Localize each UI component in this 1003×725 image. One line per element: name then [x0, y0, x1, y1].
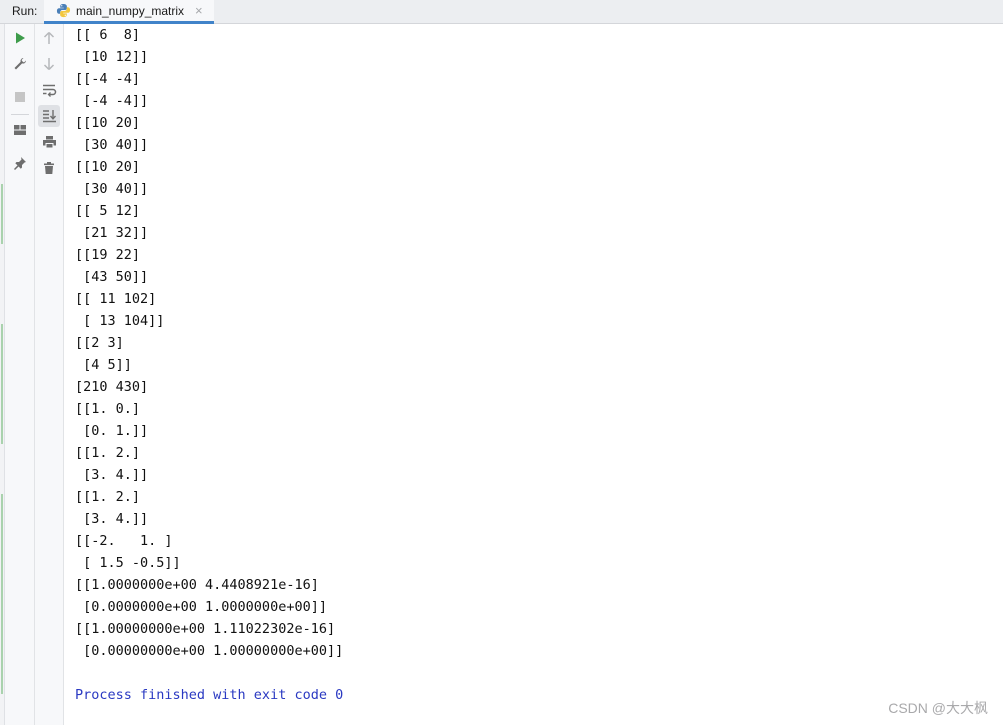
soft-wrap-icon — [42, 84, 56, 97]
change-marker — [1, 324, 3, 444]
console-line: [-4 -4]] — [75, 93, 149, 109]
console-line: [30 40]] — [75, 181, 149, 197]
clear-all-button[interactable] — [38, 157, 60, 179]
console-line: [[1.00000000e+00 1.11022302e-16] — [75, 621, 336, 637]
console-line: [[19 22] — [75, 247, 141, 263]
console-line: [[10 20] — [75, 115, 141, 131]
print-button[interactable] — [38, 131, 60, 153]
stop-icon — [15, 92, 25, 102]
run-tab-title: main_numpy_matrix — [76, 4, 185, 18]
console-line: [4 5]] — [75, 357, 132, 373]
console-line: [10 12]] — [75, 49, 149, 65]
layout-icon — [14, 125, 26, 135]
down-arrow-icon — [43, 58, 55, 71]
console-line: [[ 6 8] — [75, 27, 141, 43]
console-line: [21 32]] — [75, 225, 149, 241]
console-line: [[1.0000000e+00 4.4408921e-16] — [75, 577, 319, 593]
console-line: [210 430] — [75, 379, 149, 395]
run-tool-window: Run: main_numpy_matrix × [[6 8] [10 12]… — [0, 0, 1003, 725]
console-line: [[ 11 102] — [75, 291, 157, 307]
console-line: [ 1.5 -0.5]] — [75, 555, 181, 571]
pin-icon — [14, 157, 26, 170]
pin-tab-button[interactable] — [9, 152, 31, 174]
console-line: [[1. 0.] — [75, 401, 141, 417]
soft-wrap-button[interactable] — [38, 79, 60, 101]
console-line: [0.00000000e+00 1.00000000e+00]] — [75, 643, 344, 659]
next-occurrence-button[interactable] — [38, 53, 60, 75]
exit-message: Process finished with exit code 0 — [75, 687, 344, 703]
console-line: [3. 4.]] — [75, 511, 149, 527]
change-marker — [1, 184, 3, 244]
console-line: [[1. 2.] — [75, 445, 141, 461]
console-line: [0. 1.]] — [75, 423, 149, 439]
trash-icon — [44, 162, 54, 174]
scroll-to-end-icon — [42, 110, 56, 123]
up-arrow-icon — [43, 31, 55, 44]
edit-configuration-button[interactable] — [9, 53, 31, 75]
run-label: Run: — [12, 4, 38, 18]
console-line: [[1. 2.] — [75, 489, 141, 505]
run-toolbar-header: Run: main_numpy_matrix × — [0, 0, 1003, 24]
console-line: [ 13 104]] — [75, 313, 165, 329]
console-line: [[10 20] — [75, 159, 141, 175]
console-output[interactable]: [[ 6 8] [10 12]] [[-4 -4] [-4 -4]] [[10 20… — [75, 24, 995, 724]
previous-occurrence-button[interactable] — [38, 27, 60, 49]
csdn-watermark: CSDN @大大枫 — [888, 700, 988, 716]
console-line: [[-2. 1. ] — [75, 533, 173, 549]
console-line: [[ 5 12] — [75, 203, 141, 219]
run-toolbar-right — [35, 24, 64, 725]
console-line: [43 50]] — [75, 269, 149, 285]
toolbar-separator — [11, 114, 29, 115]
rerun-button[interactable] — [9, 27, 31, 49]
close-tab-icon[interactable]: × — [195, 3, 203, 18]
stop-button[interactable] — [9, 86, 31, 108]
wrench-icon — [14, 57, 27, 70]
console-line: [[2 3] — [75, 335, 124, 351]
console-line: [0.0000000e+00 1.0000000e+00]] — [75, 599, 327, 615]
scroll-to-end-button[interactable] — [38, 105, 60, 127]
print-icon — [42, 136, 56, 149]
run-toolbar-left — [5, 24, 35, 725]
change-marker — [1, 494, 3, 694]
console-line: [3. 4.]] — [75, 467, 149, 483]
console-line: [[-4 -4] — [75, 71, 141, 87]
python-icon — [56, 3, 71, 18]
layout-button[interactable] — [9, 119, 31, 141]
rerun-icon — [16, 32, 25, 44]
console-line: [30 40]] — [75, 137, 149, 153]
run-tab-main-numpy-matrix[interactable]: main_numpy_matrix × — [44, 0, 214, 24]
